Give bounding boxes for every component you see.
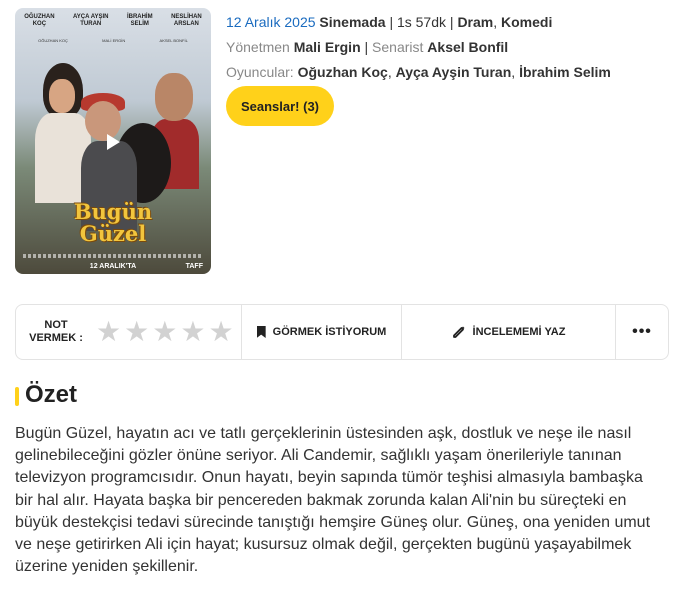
write-review-label: İNCELEMEMİ YAZ — [472, 326, 566, 338]
genre-link[interactable]: Dram — [457, 14, 493, 30]
summary-title: Özet — [25, 381, 78, 408]
crew-row: Yönetmen Mali Ergin | Senarist Aksel Bon… — [226, 39, 509, 55]
poster-cast-name: OĞUZHAN KOÇ — [24, 14, 55, 27]
cast-label: Oyuncular: — [226, 64, 294, 80]
rating-stars: ★ ★ ★ ★ ★ — [96, 318, 234, 346]
write-review-button[interactable]: İNCELEMEMİ YAZ — [402, 305, 616, 359]
poster-credits: OĞUZHAN KOÇ MALİ ERGİN AKSEL BONFİL — [21, 38, 205, 43]
star-icon[interactable]: ★ — [96, 318, 121, 346]
cast-link[interactable]: Oğuzhan Koç — [298, 64, 388, 80]
section-accent-bar — [15, 387, 19, 406]
showtimes-button[interactable]: Seanslar! (3) — [226, 86, 334, 126]
pencil-icon — [452, 326, 465, 338]
poster-title: Bugün Güzel — [73, 199, 153, 246]
cast-link[interactable]: Ayça Ayşin Turan — [396, 64, 512, 80]
poster-credit: OĞUZHAN KOÇ — [38, 38, 68, 43]
star-icon[interactable]: ★ — [152, 318, 177, 346]
cast-row: Oyuncular: Oğuzhan Koç, Ayça Ayşin Turan… — [226, 64, 611, 80]
poster-cast-name: NESLİHAN ARSLAN — [171, 14, 202, 27]
poster-credit: MALİ ERGİN — [102, 38, 126, 43]
writer-link[interactable]: Aksel Bonfil — [427, 39, 508, 55]
action-bar: NOT VERMEK : ★ ★ ★ ★ ★ GÖRMEK İSTİYORUM … — [15, 304, 669, 360]
cast-link[interactable]: İbrahim Selim — [519, 64, 611, 80]
director-link[interactable]: Mali Ergin — [294, 39, 361, 55]
movie-poster[interactable]: OĞUZHAN KOÇ AYÇA AYŞIN TURAN İBRAHİM SEL… — [15, 8, 211, 274]
star-icon[interactable]: ★ — [208, 318, 233, 346]
watchlist-label: GÖRMEK İSTİYORUM — [272, 326, 387, 338]
writer-label: Senarist — [372, 39, 424, 55]
star-icon[interactable]: ★ — [180, 318, 205, 346]
poster-cast-name: AYÇA AYŞIN TURAN — [73, 14, 109, 27]
star-icon[interactable]: ★ — [124, 318, 149, 346]
summary-text: Bugün Güzel, hayatın acı ve tatlı gerçek… — [15, 425, 651, 576]
release-status[interactable]: Sinemada — [319, 14, 385, 30]
poster-cast-name: İBRAHİM SELİM — [126, 14, 153, 27]
release-row: 12 Aralık 2025 Sinemada | 1s 57dk | Dram… — [226, 14, 553, 30]
bookmark-icon — [256, 326, 266, 338]
duration: 1s 57dk — [396, 14, 447, 30]
director-label: Yönetmen — [226, 39, 290, 55]
more-options-button[interactable]: ••• — [616, 305, 668, 359]
poster-logo: TAFF — [185, 263, 203, 270]
rating-widget: NOT VERMEK : ★ ★ ★ ★ ★ — [16, 305, 242, 359]
poster-credit: AKSEL BONFİL — [159, 38, 188, 43]
poster-cast-names: OĞUZHAN KOÇ AYÇA AYŞIN TURAN İBRAHİM SEL… — [15, 14, 211, 28]
release-date[interactable]: 12 Aralık 2025 — [226, 14, 316, 30]
genre-link[interactable]: Komedi — [501, 14, 552, 30]
play-icon[interactable] — [107, 134, 120, 150]
rating-label: NOT VERMEK : — [29, 319, 83, 344]
poster-release-date: 12 ARALIK'TA — [89, 263, 137, 270]
watchlist-button[interactable]: GÖRMEK İSTİYORUM — [242, 305, 402, 359]
poster-fine-print — [23, 254, 203, 258]
